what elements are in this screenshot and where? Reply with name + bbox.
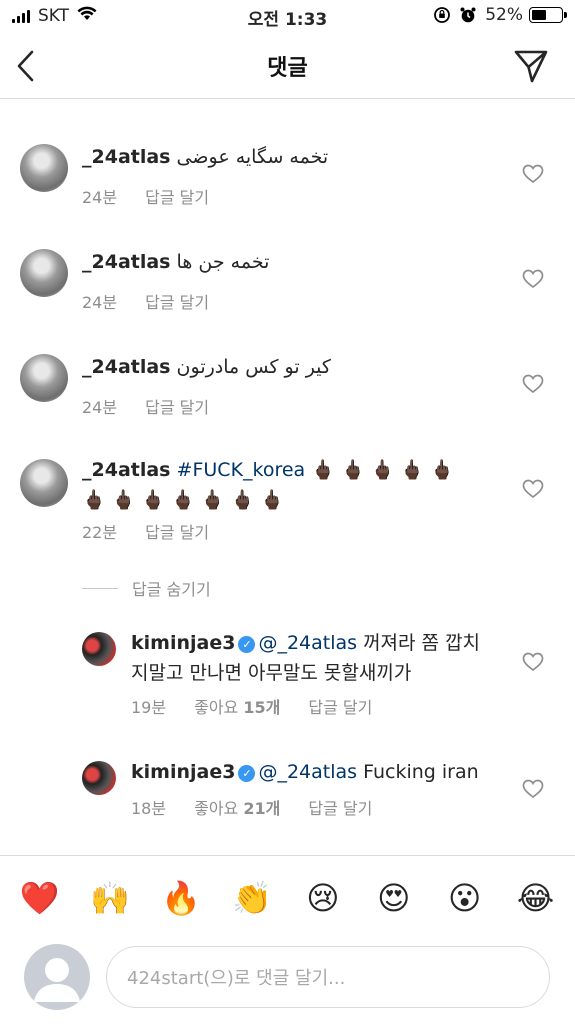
default-user-icon: [34, 958, 80, 1002]
comment-username[interactable]: _24atlas: [82, 459, 171, 481]
heart-icon[interactable]: [522, 374, 544, 394]
comment-meta: 24분 답글 달기: [82, 184, 209, 208]
reply-button[interactable]: 답글 달기: [145, 289, 209, 313]
avatar: [24, 944, 90, 1010]
comment-text: تخمه جن ها: [176, 251, 270, 273]
quick-emoji-bar: ❤️ 🙌 🔥 👏 😢 😍 😮 😂: [0, 855, 575, 939]
emoji-fire-button[interactable]: 🔥: [156, 878, 206, 918]
status-right: 52%: [433, 5, 567, 25]
likes-label: 좋아요: [194, 799, 239, 818]
comment-item: _24atlas #FUCK_korea 🖕🏿 🖕🏿 🖕🏿 🖕🏿 🖕🏿 🖕🏿 🖕…: [0, 455, 575, 555]
alarm-icon: [459, 6, 477, 24]
comment-meta: 22분 답글 달기: [82, 519, 209, 543]
comment-input[interactable]: 424start(으)로 댓글 달기...: [106, 946, 550, 1008]
mention-link[interactable]: @_24atlas: [258, 761, 357, 783]
page-title: 댓글: [267, 56, 308, 81]
battery-percent: 52%: [485, 5, 523, 25]
rotation-lock-icon: [433, 6, 451, 24]
reply-button[interactable]: 답글 달기: [145, 184, 209, 208]
reply-button[interactable]: 답글 달기: [145, 519, 209, 543]
emoji-heart-eyes-button[interactable]: 😍: [369, 878, 419, 918]
reply-item: kiminjae3 ✓ @_24atlas Fucking iran 18분 좋아요…: [0, 757, 575, 837]
comment-text: تخمه سگایه عوضی: [176, 146, 329, 168]
comment-time: 24분: [82, 398, 118, 417]
comment-username[interactable]: _24atlas: [82, 251, 171, 273]
reply-body: kiminjae3 ✓ @_24atlas 꺼져라 쫌 깝치 지말고 만나면 아무말…: [131, 628, 521, 688]
comment-meta: 24분 답글 달기: [82, 394, 209, 418]
avatar[interactable]: [20, 459, 68, 507]
hide-replies-label: 답글 숨기기: [132, 580, 211, 599]
reply-time: 19분: [131, 698, 167, 717]
comment-time: 22분: [82, 523, 118, 542]
reply-item: kiminjae3 ✓ @_24atlas 꺼져라 쫌 깝치 지말고 만나면 아무말…: [0, 628, 575, 728]
avatar[interactable]: [20, 354, 68, 402]
comment-username[interactable]: _24atlas: [82, 356, 171, 378]
avatar[interactable]: [20, 249, 68, 297]
likes-count[interactable]: 좋아요 15개: [194, 694, 280, 718]
comment-time: 24분: [82, 188, 118, 207]
comment-body: _24atlas #FUCK_korea 🖕🏿 🖕🏿 🖕🏿 🖕🏿 🖕🏿 🖕🏿 🖕…: [82, 455, 482, 515]
likes-number: 21개: [243, 799, 281, 818]
emoji-heart-button[interactable]: ❤️: [14, 878, 64, 918]
reply-button[interactable]: 답글 달기: [308, 795, 372, 819]
comment-username[interactable]: _24atlas: [82, 146, 171, 168]
likes-count[interactable]: 좋아요 21개: [194, 795, 280, 819]
reply-username[interactable]: kiminjae3: [131, 632, 235, 654]
reply-text-line: 지말고 만나면 아무말도 못할새끼가: [131, 662, 412, 684]
comment-time: 24분: [82, 293, 118, 312]
comment-item: _24atlas کیر تو کس مادرتون 24분 답글 달기: [0, 350, 575, 440]
emoji-clap-button[interactable]: 👏: [227, 878, 277, 918]
comment-body: _24atlas تخمه سگایه عوضی: [82, 142, 328, 172]
emoji-crying-button[interactable]: 😢: [298, 878, 348, 918]
emoji-raised-hands-button[interactable]: 🙌: [85, 878, 135, 918]
emoji-laughing-button[interactable]: 😂: [511, 878, 561, 918]
comment-text: کیر تو کس مادرتون: [176, 356, 331, 378]
reply-body: kiminjae3 ✓ @_24atlas Fucking iran: [131, 757, 521, 787]
heart-icon[interactable]: [522, 479, 544, 499]
mention-link[interactable]: @_24atlas: [258, 632, 357, 654]
hide-replies-button[interactable]: 답글 숨기기: [82, 576, 211, 600]
verified-badge-icon: ✓: [238, 765, 256, 782]
comment-item: _24atlas تخمه جن ها 24분 답글 달기: [0, 245, 575, 335]
comment-emoji: 🖕🏿 🖕🏿 🖕🏿 🖕🏿 🖕🏿: [311, 459, 454, 481]
status-bar: SKT 오전 1:33 52%: [0, 0, 575, 34]
divider: [82, 587, 118, 589]
comment-body: _24atlas کیر تو کس مادرتون: [82, 352, 331, 382]
likes-number: 15개: [243, 698, 281, 717]
reply-button[interactable]: 답글 달기: [308, 694, 372, 718]
verified-badge-icon: ✓: [238, 636, 256, 653]
hashtag-link[interactable]: #FUCK_korea: [177, 459, 306, 481]
reply-button[interactable]: 답글 달기: [145, 394, 209, 418]
avatar[interactable]: [82, 761, 116, 795]
likes-label: 좋아요: [194, 698, 239, 717]
comment-meta: 24분 답글 달기: [82, 289, 209, 313]
emoji-surprised-button[interactable]: 😮: [440, 878, 490, 918]
avatar[interactable]: [20, 144, 68, 192]
heart-icon[interactable]: [522, 779, 544, 799]
comment-emoji-line: 🖕🏿 🖕🏿 🖕🏿 🖕🏿 🖕🏿 🖕🏿 🖕🏿: [82, 489, 284, 511]
heart-icon[interactable]: [522, 269, 544, 289]
comment-item: _24atlas تخمه سگایه عوضی 24분 답글 달기: [0, 140, 575, 230]
share-button[interactable]: [513, 46, 553, 86]
heart-icon[interactable]: [522, 652, 544, 672]
reply-text: Fucking iran: [363, 761, 479, 783]
reply-time: 18분: [131, 799, 167, 818]
reply-username[interactable]: kiminjae3: [131, 761, 235, 783]
paper-plane-icon: [514, 50, 548, 83]
battery-icon: [529, 7, 567, 23]
reply-meta: 18분 좋아요 21개 답글 달기: [131, 795, 372, 819]
reply-text: 꺼져라 쫌 깝치: [363, 632, 481, 654]
reply-meta: 19분 좋아요 15개 답글 달기: [131, 694, 372, 718]
comment-body: _24atlas تخمه جن ها: [82, 247, 269, 277]
battery-fill: [532, 10, 546, 20]
heart-icon[interactable]: [522, 164, 544, 184]
nav-bar: 댓글: [0, 34, 575, 99]
